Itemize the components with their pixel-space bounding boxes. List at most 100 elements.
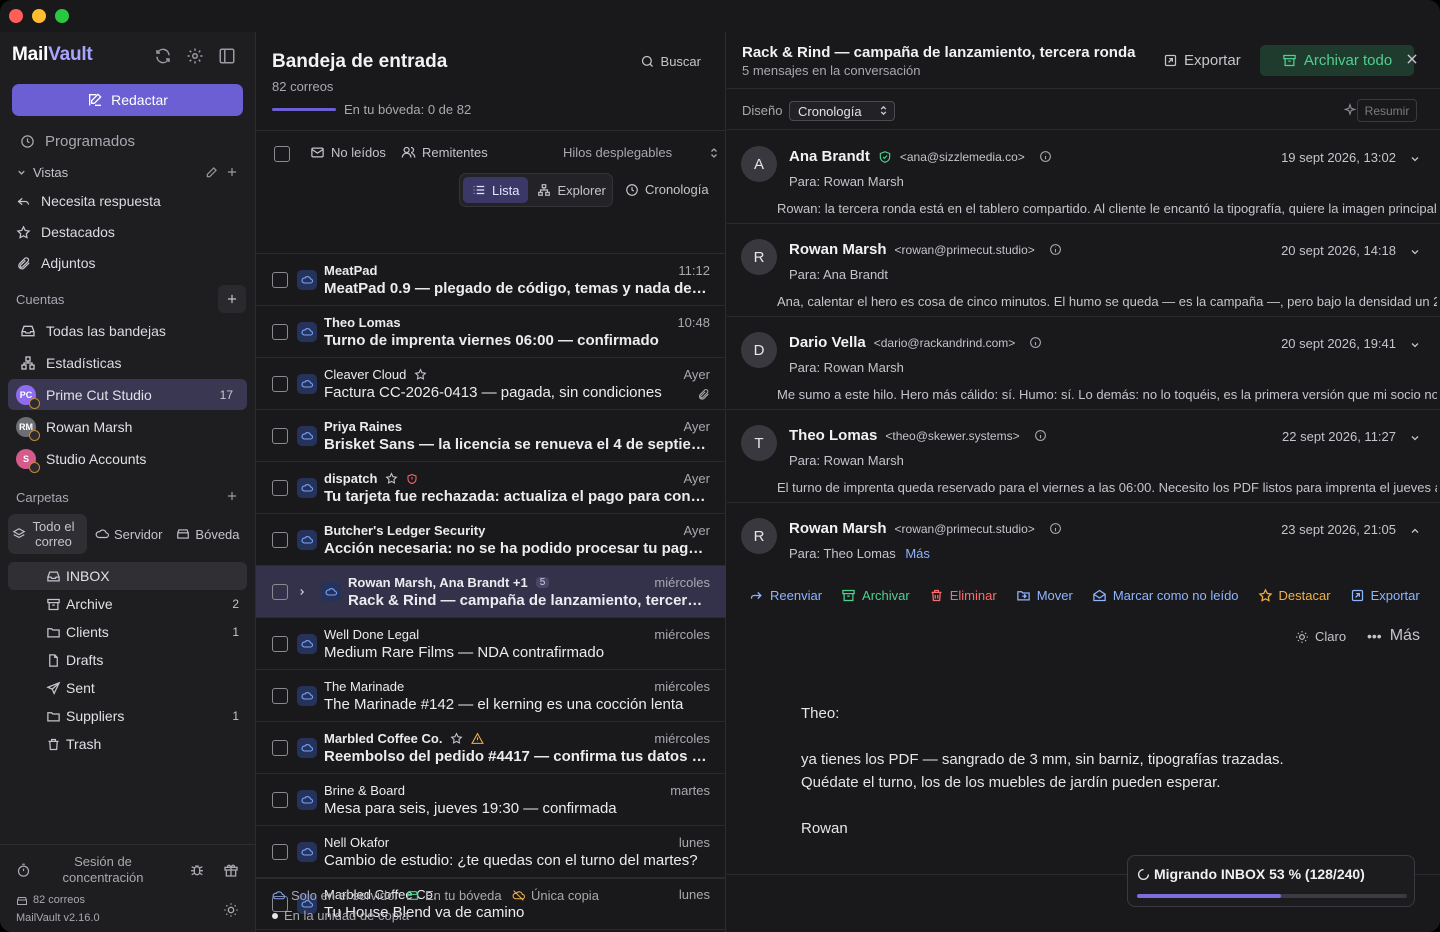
message-row[interactable]: Nell Okafor Cambio de estudio: ¿te quedas…	[256, 826, 726, 878]
threads-toggle[interactable]: Hilos desplegables	[563, 145, 720, 160]
message-row[interactable]: MeatPad MeatPad 0.9 — plegado de código, …	[256, 254, 726, 306]
chevron-down-icon[interactable]	[1409, 246, 1421, 258]
row-checkbox[interactable]	[272, 324, 288, 340]
account-prime-cut-studio[interactable]: PC Prime Cut Studio 17	[8, 379, 247, 410]
row-checkbox[interactable]	[272, 272, 288, 288]
info-icon[interactable]	[1034, 429, 1047, 442]
thread-message[interactable]: D Dario Vella <dario@rackandrind.com> 20 se…	[727, 317, 1440, 410]
view-list[interactable]: Lista	[463, 177, 529, 203]
add-view-icon[interactable]	[225, 165, 241, 181]
info-icon[interactable]	[1029, 336, 1042, 349]
sidebar-toggle-icon[interactable]	[218, 47, 236, 65]
close-window-button[interactable]	[9, 9, 23, 23]
info-icon[interactable]	[1039, 150, 1052, 163]
sun-icon[interactable]	[223, 902, 239, 918]
thread-message[interactable]: R Rowan Marsh <rowan@primecut.studio> 20 se…	[727, 224, 1440, 317]
close-icon[interactable]	[1405, 52, 1419, 66]
marcar-como-no-leído-action[interactable]: Marcar como no leído	[1092, 588, 1239, 603]
chevron-down-icon[interactable]	[1409, 432, 1421, 444]
message-row[interactable]: dispatch Tu tarjeta fue rechazada: actual…	[256, 462, 726, 514]
gear-icon[interactable]	[186, 47, 204, 65]
select-all-checkbox[interactable]	[274, 146, 290, 162]
message-row[interactable]: Marbled Coffee Co. Reembolso del pedido #…	[256, 722, 726, 774]
all-inboxes-item[interactable]: Todas las bandejas	[20, 323, 166, 339]
row-checkbox[interactable]	[272, 740, 288, 756]
view-explorer[interactable]: Explorer	[528, 177, 614, 203]
star-icon[interactable]	[450, 732, 464, 745]
compose-button[interactable]: Redactar	[12, 84, 243, 116]
archivar-action[interactable]: Archivar	[841, 588, 910, 603]
views-section-header[interactable]: Vistas	[16, 165, 68, 180]
chevron-down-icon[interactable]	[1409, 339, 1421, 351]
row-checkbox[interactable]	[272, 532, 288, 548]
thread-message[interactable]: A Ana Brandt <ana@sizzlemedia.co> 19 sept 2…	[727, 131, 1440, 224]
focus-session-button[interactable]: Sesión de concentración	[50, 854, 156, 886]
row-checkbox[interactable]	[272, 428, 288, 444]
edit-views-icon[interactable]	[205, 165, 221, 181]
row-checkbox[interactable]	[272, 844, 288, 860]
scope-vault[interactable]: Bóveda	[170, 514, 245, 554]
message-row[interactable]: Rowan Marsh, Ana Brandt +1 5 Rack & Rind —…	[256, 566, 726, 618]
theme-toggle[interactable]: Claro	[1295, 629, 1346, 644]
add-folder-icon[interactable]	[225, 489, 241, 505]
message-row[interactable]: The Marinade The Marinade #142 — el kerni…	[256, 670, 726, 722]
message-row[interactable]: Brine & Board Mesa para seis, jueves 19:3…	[256, 774, 726, 826]
exportar-action[interactable]: Exportar	[1350, 588, 1420, 603]
row-checkbox[interactable]	[272, 636, 288, 652]
reenviar-action[interactable]: Reenviar	[749, 588, 822, 603]
zoom-window-button[interactable]	[55, 9, 69, 23]
eliminar-action[interactable]: Eliminar	[929, 588, 997, 603]
message-row[interactable]: Well Done Legal Medium Rare Films — NDA c…	[256, 618, 726, 670]
stats-item[interactable]: Estadísticas	[20, 355, 121, 371]
message-row[interactable]: Theo Lomas Turno de imprenta viernes 06:0…	[256, 306, 726, 358]
thread-message[interactable]: T Theo Lomas <theo@skewer.systems> 22 sept …	[727, 410, 1440, 503]
sync-icon[interactable]	[154, 47, 172, 65]
filter-unread[interactable]: No leídos	[310, 145, 386, 160]
account-studio-accounts[interactable]: S Studio Accounts	[8, 443, 247, 474]
add-account-button[interactable]	[218, 285, 246, 313]
mover-action[interactable]: Mover	[1016, 588, 1073, 603]
filter-senders[interactable]: Remitentes	[401, 145, 488, 160]
folder-clients[interactable]: Clients 1	[8, 618, 247, 646]
scope-server[interactable]: Servidor	[89, 514, 168, 554]
row-checkbox[interactable]	[272, 792, 288, 808]
account-rowan-marsh[interactable]: RM Rowan Marsh	[8, 411, 247, 442]
folder-trash[interactable]: Trash	[8, 730, 247, 758]
message-row[interactable]: Butcher's Ledger Security Acción necesari…	[256, 514, 726, 566]
more-actions-button[interactable]: ••• Más	[1367, 627, 1420, 645]
export-button[interactable]: Exportar	[1163, 52, 1241, 69]
scheduled-item[interactable]: Programados	[20, 133, 135, 150]
folder-sent[interactable]: Sent	[8, 674, 247, 702]
bug-icon[interactable]	[189, 862, 205, 878]
view-timeline[interactable]: Cronología	[625, 182, 709, 197]
archive-all-button[interactable]: Archivar todo	[1260, 45, 1414, 76]
destacar-action[interactable]: Destacar	[1258, 588, 1331, 603]
timer-icon[interactable]	[16, 863, 31, 878]
view-attachments[interactable]: Adjuntos	[16, 255, 95, 271]
folder-archive[interactable]: Archive 2	[8, 590, 247, 618]
view-needs-reply[interactable]: Necesita respuesta	[16, 193, 161, 209]
message-row[interactable]: Cleaver Cloud Factura CC-2026-0413 — paga…	[256, 358, 726, 410]
row-checkbox[interactable]	[272, 584, 288, 600]
search-button[interactable]: Buscar	[640, 54, 701, 69]
summarize-button[interactable]: Resumir	[1357, 99, 1417, 122]
scope-all[interactable]: Todo el correo	[8, 514, 87, 554]
more-recipients-link[interactable]: Más	[905, 546, 930, 561]
row-checkbox[interactable]	[272, 376, 288, 392]
row-checkbox[interactable]	[272, 480, 288, 496]
chevron-right-icon[interactable]	[297, 587, 307, 597]
row-checkbox[interactable]	[272, 688, 288, 704]
star-icon[interactable]	[414, 368, 427, 381]
info-icon[interactable]	[1049, 522, 1062, 535]
gift-icon[interactable]	[223, 862, 239, 878]
folder-suppliers[interactable]: Suppliers 1	[8, 702, 247, 730]
info-icon[interactable]	[1049, 243, 1062, 256]
chevron-up-icon[interactable]	[1409, 525, 1421, 537]
folder-inbox[interactable]: INBOX	[8, 562, 247, 590]
layout-select[interactable]: Cronología	[789, 101, 895, 121]
star-icon[interactable]	[385, 472, 399, 485]
view-starred[interactable]: Destacados	[16, 224, 115, 240]
thread-message[interactable]: R Rowan Marsh <rowan@primecut.studio> 23 se…	[727, 503, 1440, 596]
minimize-window-button[interactable]	[32, 9, 46, 23]
message-row[interactable]: Priya Raines Brisket Sans — la licencia s…	[256, 410, 726, 462]
